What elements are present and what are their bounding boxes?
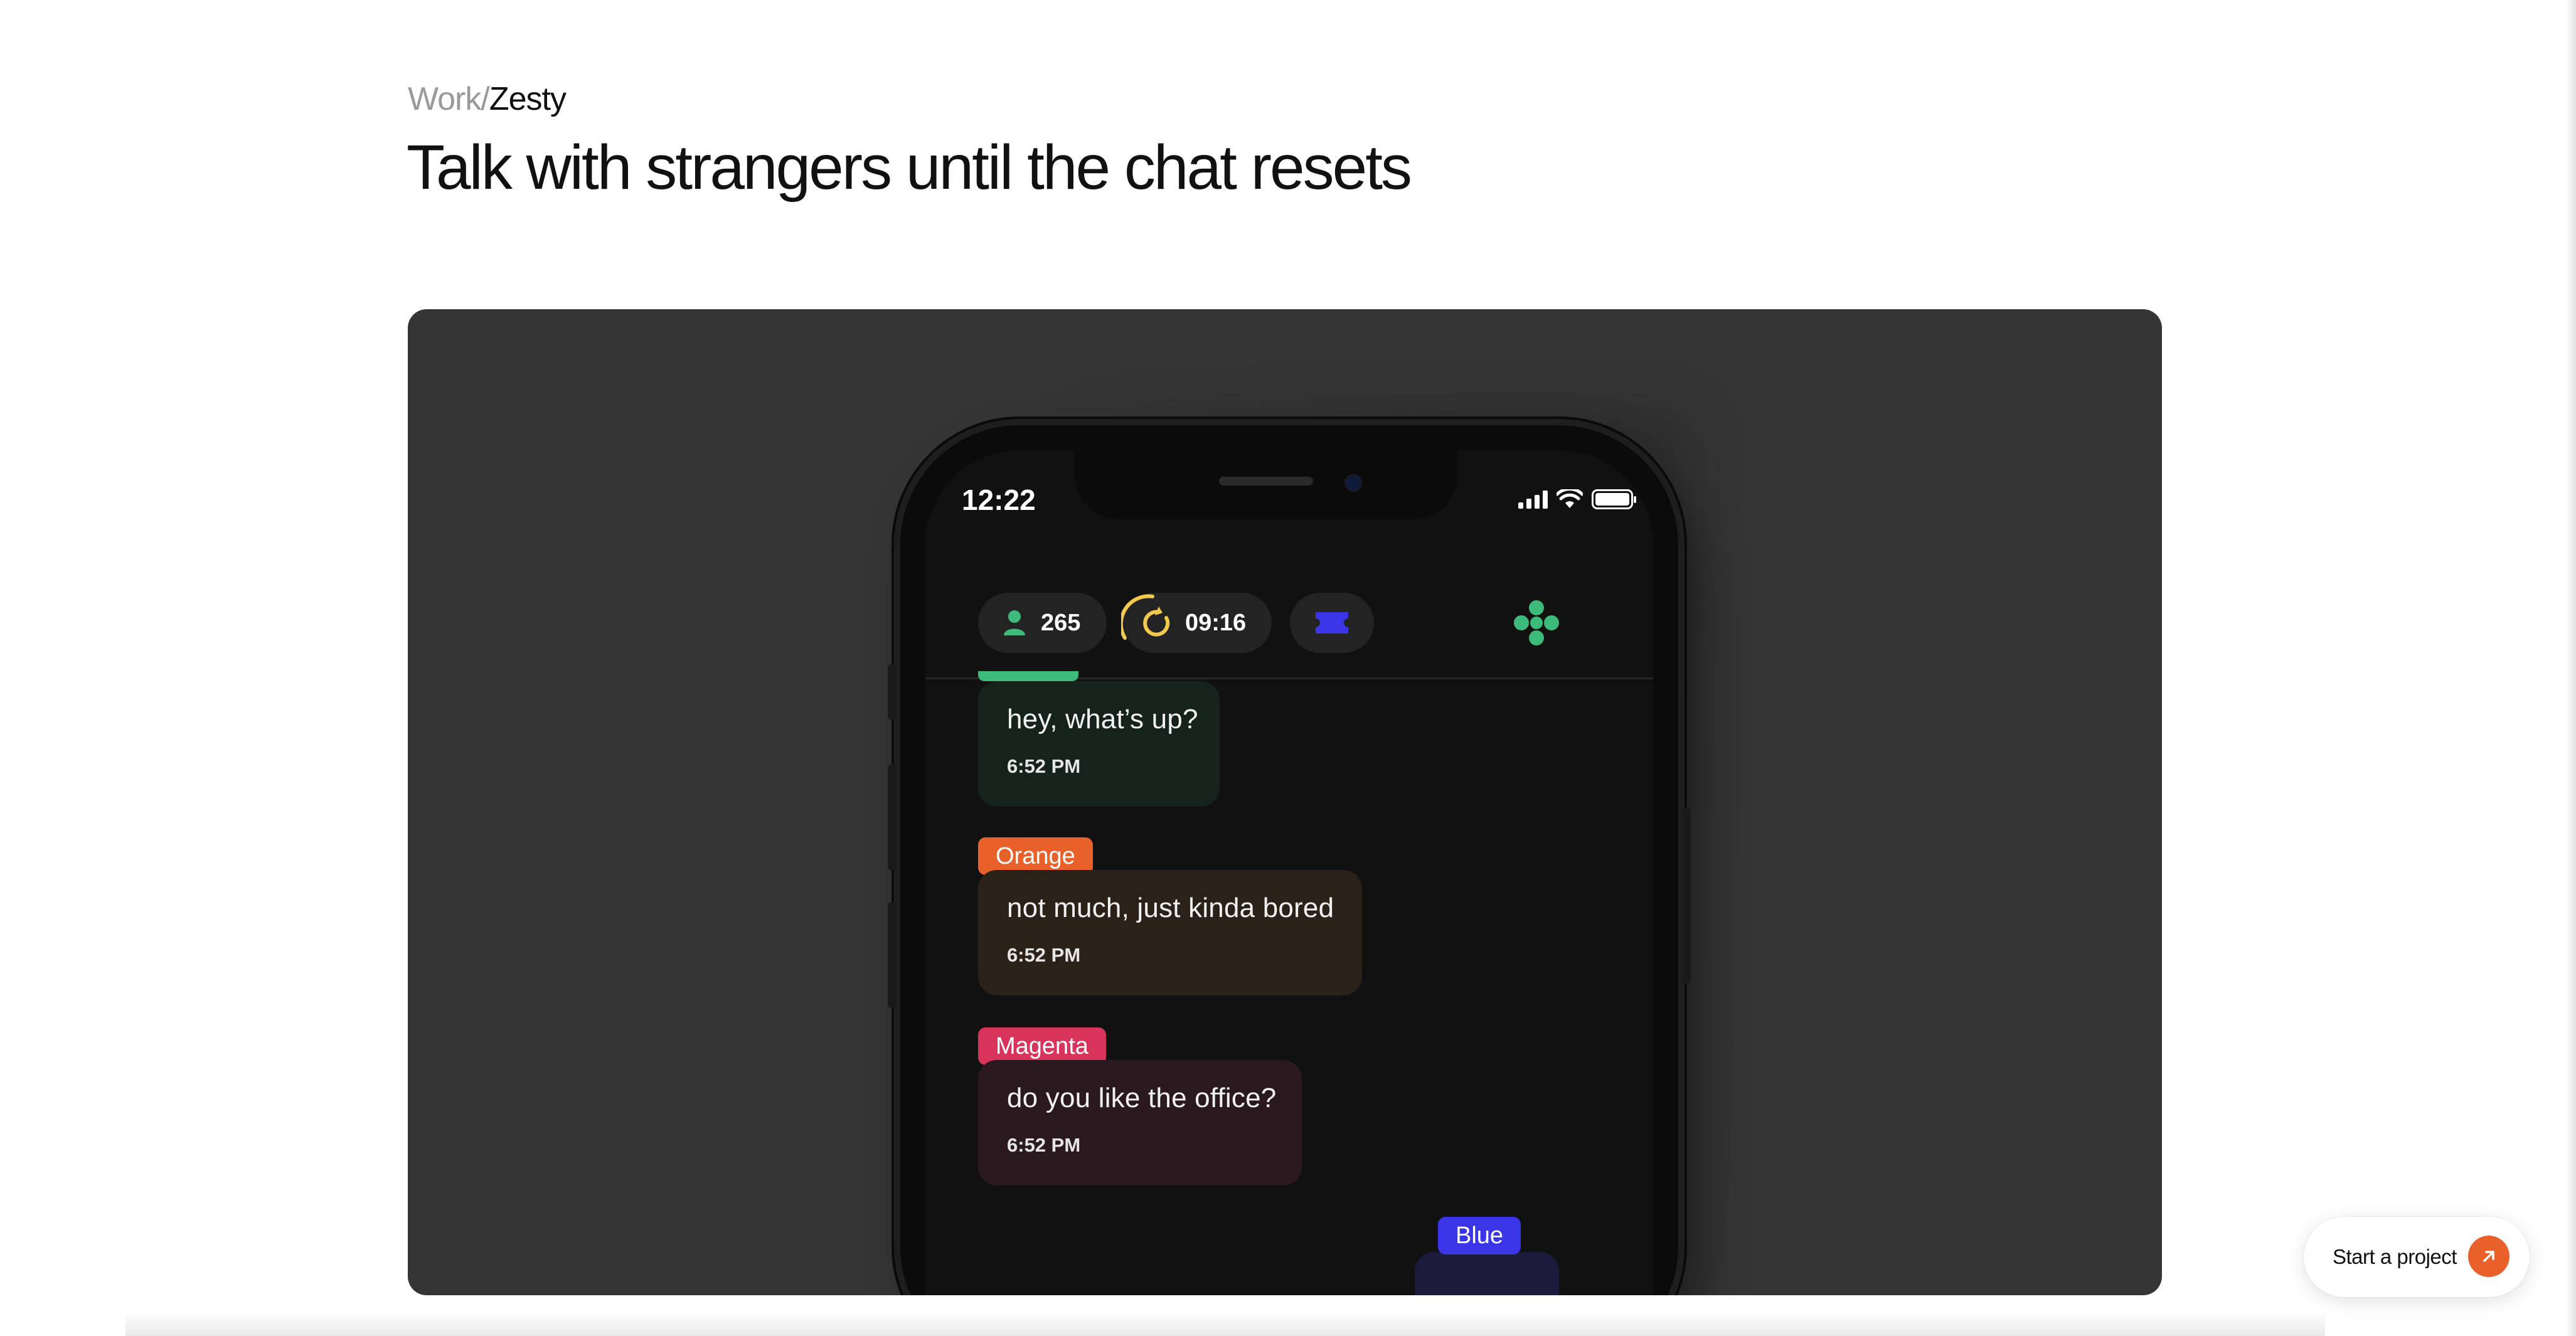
message-time: 6:52 PM (1007, 944, 1081, 966)
wifi-icon (1557, 489, 1583, 508)
battery-icon (1592, 489, 1636, 509)
sender-tag-green (978, 671, 1078, 681)
front-camera (1344, 474, 1362, 492)
breadcrumb-separator: / (481, 81, 489, 117)
status-time: 12:22 (962, 484, 1036, 516)
signal-icon (1518, 490, 1548, 509)
phone-volume-up (888, 764, 897, 871)
chat-toolbar: 265 09:16 (978, 593, 1562, 653)
sender-tag-orange: Orange (978, 837, 1093, 875)
message-text: hey, what’s up? (1007, 704, 1198, 734)
refresh-icon (1121, 594, 1170, 640)
chat-message: do you like the office? 6:52 PM (978, 1060, 1302, 1185)
ticket-icon (1316, 612, 1348, 634)
message-text: not much, just kinda bored (1007, 893, 1334, 923)
phone-notch (1075, 450, 1457, 519)
phone-screen: 12:22 265 09:16 hey, what’s up? 6:52 PM … (925, 450, 1653, 1295)
start-project-button[interactable]: Start a project (2304, 1217, 2530, 1297)
chat-message: not much, just kinda bored 6:52 PM (978, 870, 1362, 995)
message-time: 6:52 PM (1007, 755, 1081, 777)
hero-image: 12:22 265 09:16 hey, what’s up? 6:52 PM … (408, 309, 2162, 1295)
start-project-label: Start a project (2333, 1245, 2457, 1268)
breadcrumb-current: Zesty (489, 81, 567, 117)
message-text: do you like the office? (1007, 1083, 1277, 1113)
ticket-pill[interactable] (1290, 593, 1374, 653)
scrollbar-shadow (2566, 0, 2576, 1336)
online-users-pill[interactable]: 265 (978, 593, 1107, 653)
page-title: Talk with strangers until the chat reset… (407, 132, 1412, 203)
reset-timer-pill[interactable]: 09:16 (1121, 593, 1272, 653)
status-icons (1518, 489, 1636, 509)
sender-tag-magenta: Magenta (978, 1027, 1106, 1065)
clover-icon[interactable] (1511, 598, 1562, 648)
user-icon (1004, 610, 1025, 635)
reset-timer: 09:16 (1185, 609, 1247, 636)
phone-mockup: 12:22 265 09:16 hey, what’s up? 6:52 PM … (888, 425, 1691, 1295)
phone-power-button (1682, 808, 1691, 983)
message-time: 6:52 PM (1007, 1134, 1081, 1156)
chat-message: hey, what’s up? 6:52 PM (978, 681, 1220, 807)
speaker-grille (1219, 477, 1313, 485)
breadcrumb: Work/Zesty (408, 81, 567, 117)
chat-message-partial (1415, 1252, 1559, 1295)
breadcrumb-work-link[interactable]: Work (408, 81, 481, 117)
arrow-up-right-icon (2468, 1236, 2509, 1277)
bottom-fade (125, 1311, 2325, 1336)
online-user-count: 265 (1041, 609, 1081, 636)
phone-silent-switch (888, 664, 897, 720)
sender-tag-blue: Blue (1438, 1217, 1521, 1254)
phone-volume-down (888, 902, 897, 1009)
